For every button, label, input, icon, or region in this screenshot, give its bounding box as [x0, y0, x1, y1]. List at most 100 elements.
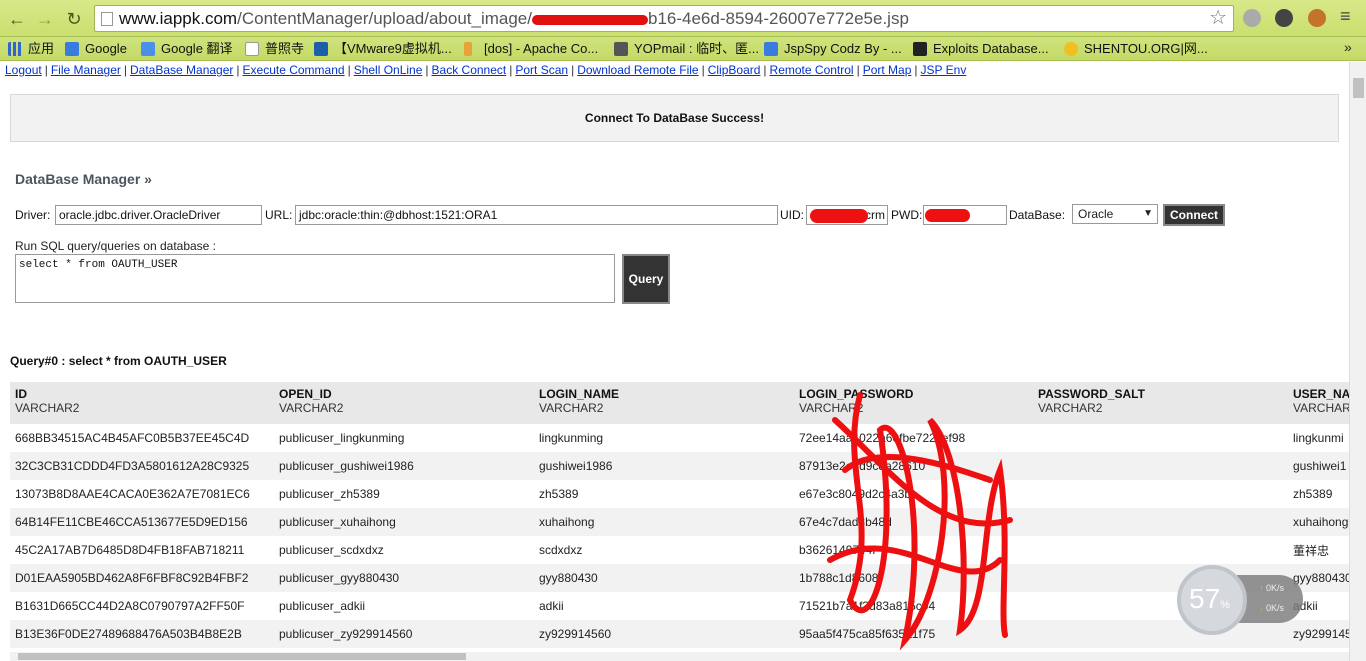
yopmail-icon [614, 42, 628, 56]
bookmark-apache[interactable]: [dos] - Apache Co... [464, 40, 598, 58]
table-cell: 董祥忠 [1293, 543, 1330, 558]
download-speed: ↓ 0K/s [1259, 603, 1285, 613]
forward-icon[interactable]: → [34, 8, 56, 30]
extension-globe-icon[interactable] [1243, 9, 1261, 27]
menu-clipboard[interactable]: ClipBoard [708, 63, 761, 77]
table-cell: publicuser_adkii [279, 599, 366, 613]
scrollbar-thumb[interactable] [18, 653, 466, 660]
table-row: D01EAA5905BD462A8F6FBF8C92B4FBF2 publicus… [10, 564, 1349, 592]
table-cell: publicuser_lingkunming [279, 431, 405, 445]
apps-grid-icon [8, 42, 22, 56]
download-arrow-icon: ↓ [1259, 603, 1264, 613]
result-table-container[interactable]: ID VARCHAR2 OPEN_ID VARCHAR2 LOGIN_NAME VAR… [10, 382, 1349, 652]
url-label: URL: [265, 208, 293, 222]
table-cell: publicuser_zh5389 [279, 487, 380, 501]
bookmark-shentou[interactable]: SHENTOU.ORG|网... [1064, 40, 1208, 58]
menu-remote-control[interactable]: Remote Control [770, 63, 854, 77]
bookmark-exploits[interactable]: Exploits Database... [913, 40, 1049, 58]
bookmark-apps[interactable]: 应用 [8, 40, 54, 58]
driver-input[interactable]: oracle.jdbc.driver.OracleDriver [55, 205, 262, 225]
page-icon [101, 12, 113, 26]
menu-database-manager[interactable]: DataBase Manager [130, 63, 233, 77]
bookmark-google[interactable]: Google [65, 40, 127, 58]
table-cell [1033, 536, 1288, 564]
menu-execute-command[interactable]: Execute Command [243, 63, 345, 77]
redaction-mark [532, 14, 648, 25]
table-cell: 71521b7a1f3d83a815c04 [799, 599, 936, 613]
query-title: Query#0 : select * from OAUTH_USER [10, 354, 227, 368]
url-path-start: /ContentManager/upload/about_image/ [237, 9, 532, 28]
database-label: DataBase: [1009, 208, 1066, 222]
table-cell: D01EAA5905BD462A8F6FBF8C92B4FBF2 [10, 564, 274, 592]
scrollbar-thumb[interactable] [1353, 78, 1364, 98]
table-cell: 64B14FE11CBE46CCA513677E5D9ED156 [10, 508, 274, 536]
bookmark-vmware[interactable]: 【VMware9虚拟机... [314, 40, 452, 58]
bookmark-yopmail[interactable]: YOPmail : 临时、匿... [614, 40, 759, 58]
extension-clock-icon[interactable] [1275, 9, 1293, 27]
column-header[interactable]: LOGIN_NAME VARCHAR2 [534, 382, 794, 424]
extension-cookie-icon[interactable] [1308, 9, 1326, 27]
uid-label: UID: [780, 208, 804, 222]
table-cell: publicuser_gyy880430 [274, 564, 534, 592]
sql-label: Run SQL query/queries on database : [15, 239, 217, 253]
bookmark-puzhaosi[interactable]: 普照寺 [245, 40, 304, 58]
bookmark-jspspy[interactable]: JspSpy Codz By - ... [764, 40, 902, 58]
sql-textarea[interactable]: select * from OAUTH_USER [15, 254, 615, 303]
reload-icon[interactable]: ↻ [63, 8, 85, 30]
menu-port-scan[interactable]: Port Scan [515, 63, 568, 77]
table-cell: zh5389 [1293, 487, 1333, 501]
table-cell: lingkunmi [1293, 431, 1344, 445]
column-header[interactable]: LOGIN_PASSWORD VARCHAR2 [794, 382, 1033, 424]
menu-shell-online[interactable]: Shell OnLine [354, 63, 423, 77]
url-path-end: b16-4e6d-8594-26007e772e5e.jsp [648, 9, 909, 28]
redaction-mark [810, 209, 868, 223]
table-cell [1033, 452, 1288, 480]
table-cell: 67e4c7dad3b48d [794, 508, 1033, 536]
table-cell: zh5389 [539, 487, 579, 501]
connect-button[interactable]: Connect [1163, 204, 1225, 226]
bookmark-star-icon[interactable]: ☆ [1209, 6, 1227, 31]
table-row: 13073B8D8AAE4CACA0E362A7E7081EC6 publicus… [10, 480, 1349, 508]
table-cell [1033, 480, 1288, 508]
menu-icon[interactable]: ≡ [1340, 6, 1351, 27]
database-select[interactable]: Oracle ▼ [1072, 204, 1158, 224]
table-row: 64B14FE11CBE46CCA513677E5D9ED156 publicus… [10, 508, 1349, 536]
column-header[interactable]: USER_NAI VARCHAR [1288, 382, 1349, 424]
table-cell [1033, 424, 1288, 452]
driver-label: Driver: [15, 208, 51, 222]
menu-port-map[interactable]: Port Map [863, 63, 912, 77]
upload-arrow-icon: ↑ [1259, 583, 1264, 593]
exploits-icon [913, 42, 927, 56]
table-cell: lingkunming [539, 431, 604, 445]
more-bookmarks-icon[interactable]: » [1344, 39, 1352, 55]
table-body: 668BB34515AC4B45AFC0B5B37EE45C4D publicus… [10, 424, 1349, 648]
page-icon [245, 42, 259, 56]
table-cell: 13073B8D8AAE4CACA0E362A7E7081EC6 [15, 487, 250, 501]
table-cell: 95aa5f475ca85f635a1f75 [794, 620, 1033, 648]
menu-back-connect[interactable]: Back Connect [432, 63, 507, 77]
table-cell: publicuser_scdxdxz [279, 543, 384, 557]
url-input[interactable]: jdbc:oracle:thin:@dbhost:1521:ORA1 [295, 205, 778, 225]
back-icon[interactable]: ← [6, 8, 28, 30]
bookmark-flag-icon [464, 42, 472, 56]
menu-file-manager[interactable]: File Manager [51, 63, 121, 77]
horizontal-scrollbar[interactable] [10, 652, 1349, 661]
browser-toolbar: ← → ↻ www.iappk.com/ContentManager/uploa… [0, 0, 1366, 37]
network-speed-widget[interactable]: ↑ 0K/s ↓ 0K/s 57% [1177, 565, 1305, 635]
dropdown-arrow-icon: ▼ [1143, 208, 1153, 219]
menu-download-remote-file[interactable]: Download Remote File [577, 63, 698, 77]
vertical-scrollbar[interactable] [1349, 62, 1366, 661]
translate-icon [141, 42, 155, 56]
google-icon [65, 42, 79, 56]
column-header[interactable]: OPEN_ID VARCHAR2 [274, 382, 534, 424]
bookmark-google-translate[interactable]: Google 翻译 [141, 40, 233, 58]
menu-jsp-env[interactable]: JSP Env [921, 63, 967, 77]
menu-logout[interactable]: Logout [5, 63, 42, 77]
sun-icon [1064, 42, 1078, 56]
column-header[interactable]: ID VARCHAR2 [10, 382, 274, 424]
table-cell: 87913e2e4d9c8a28610 [794, 452, 1033, 480]
column-header[interactable]: PASSWORD_SALT VARCHAR2 [1033, 382, 1288, 424]
query-button[interactable]: Query [622, 254, 670, 304]
address-bar[interactable]: www.iappk.com/ContentManager/upload/abou… [94, 5, 1234, 32]
table-cell: gushiwei1986 [534, 452, 794, 480]
